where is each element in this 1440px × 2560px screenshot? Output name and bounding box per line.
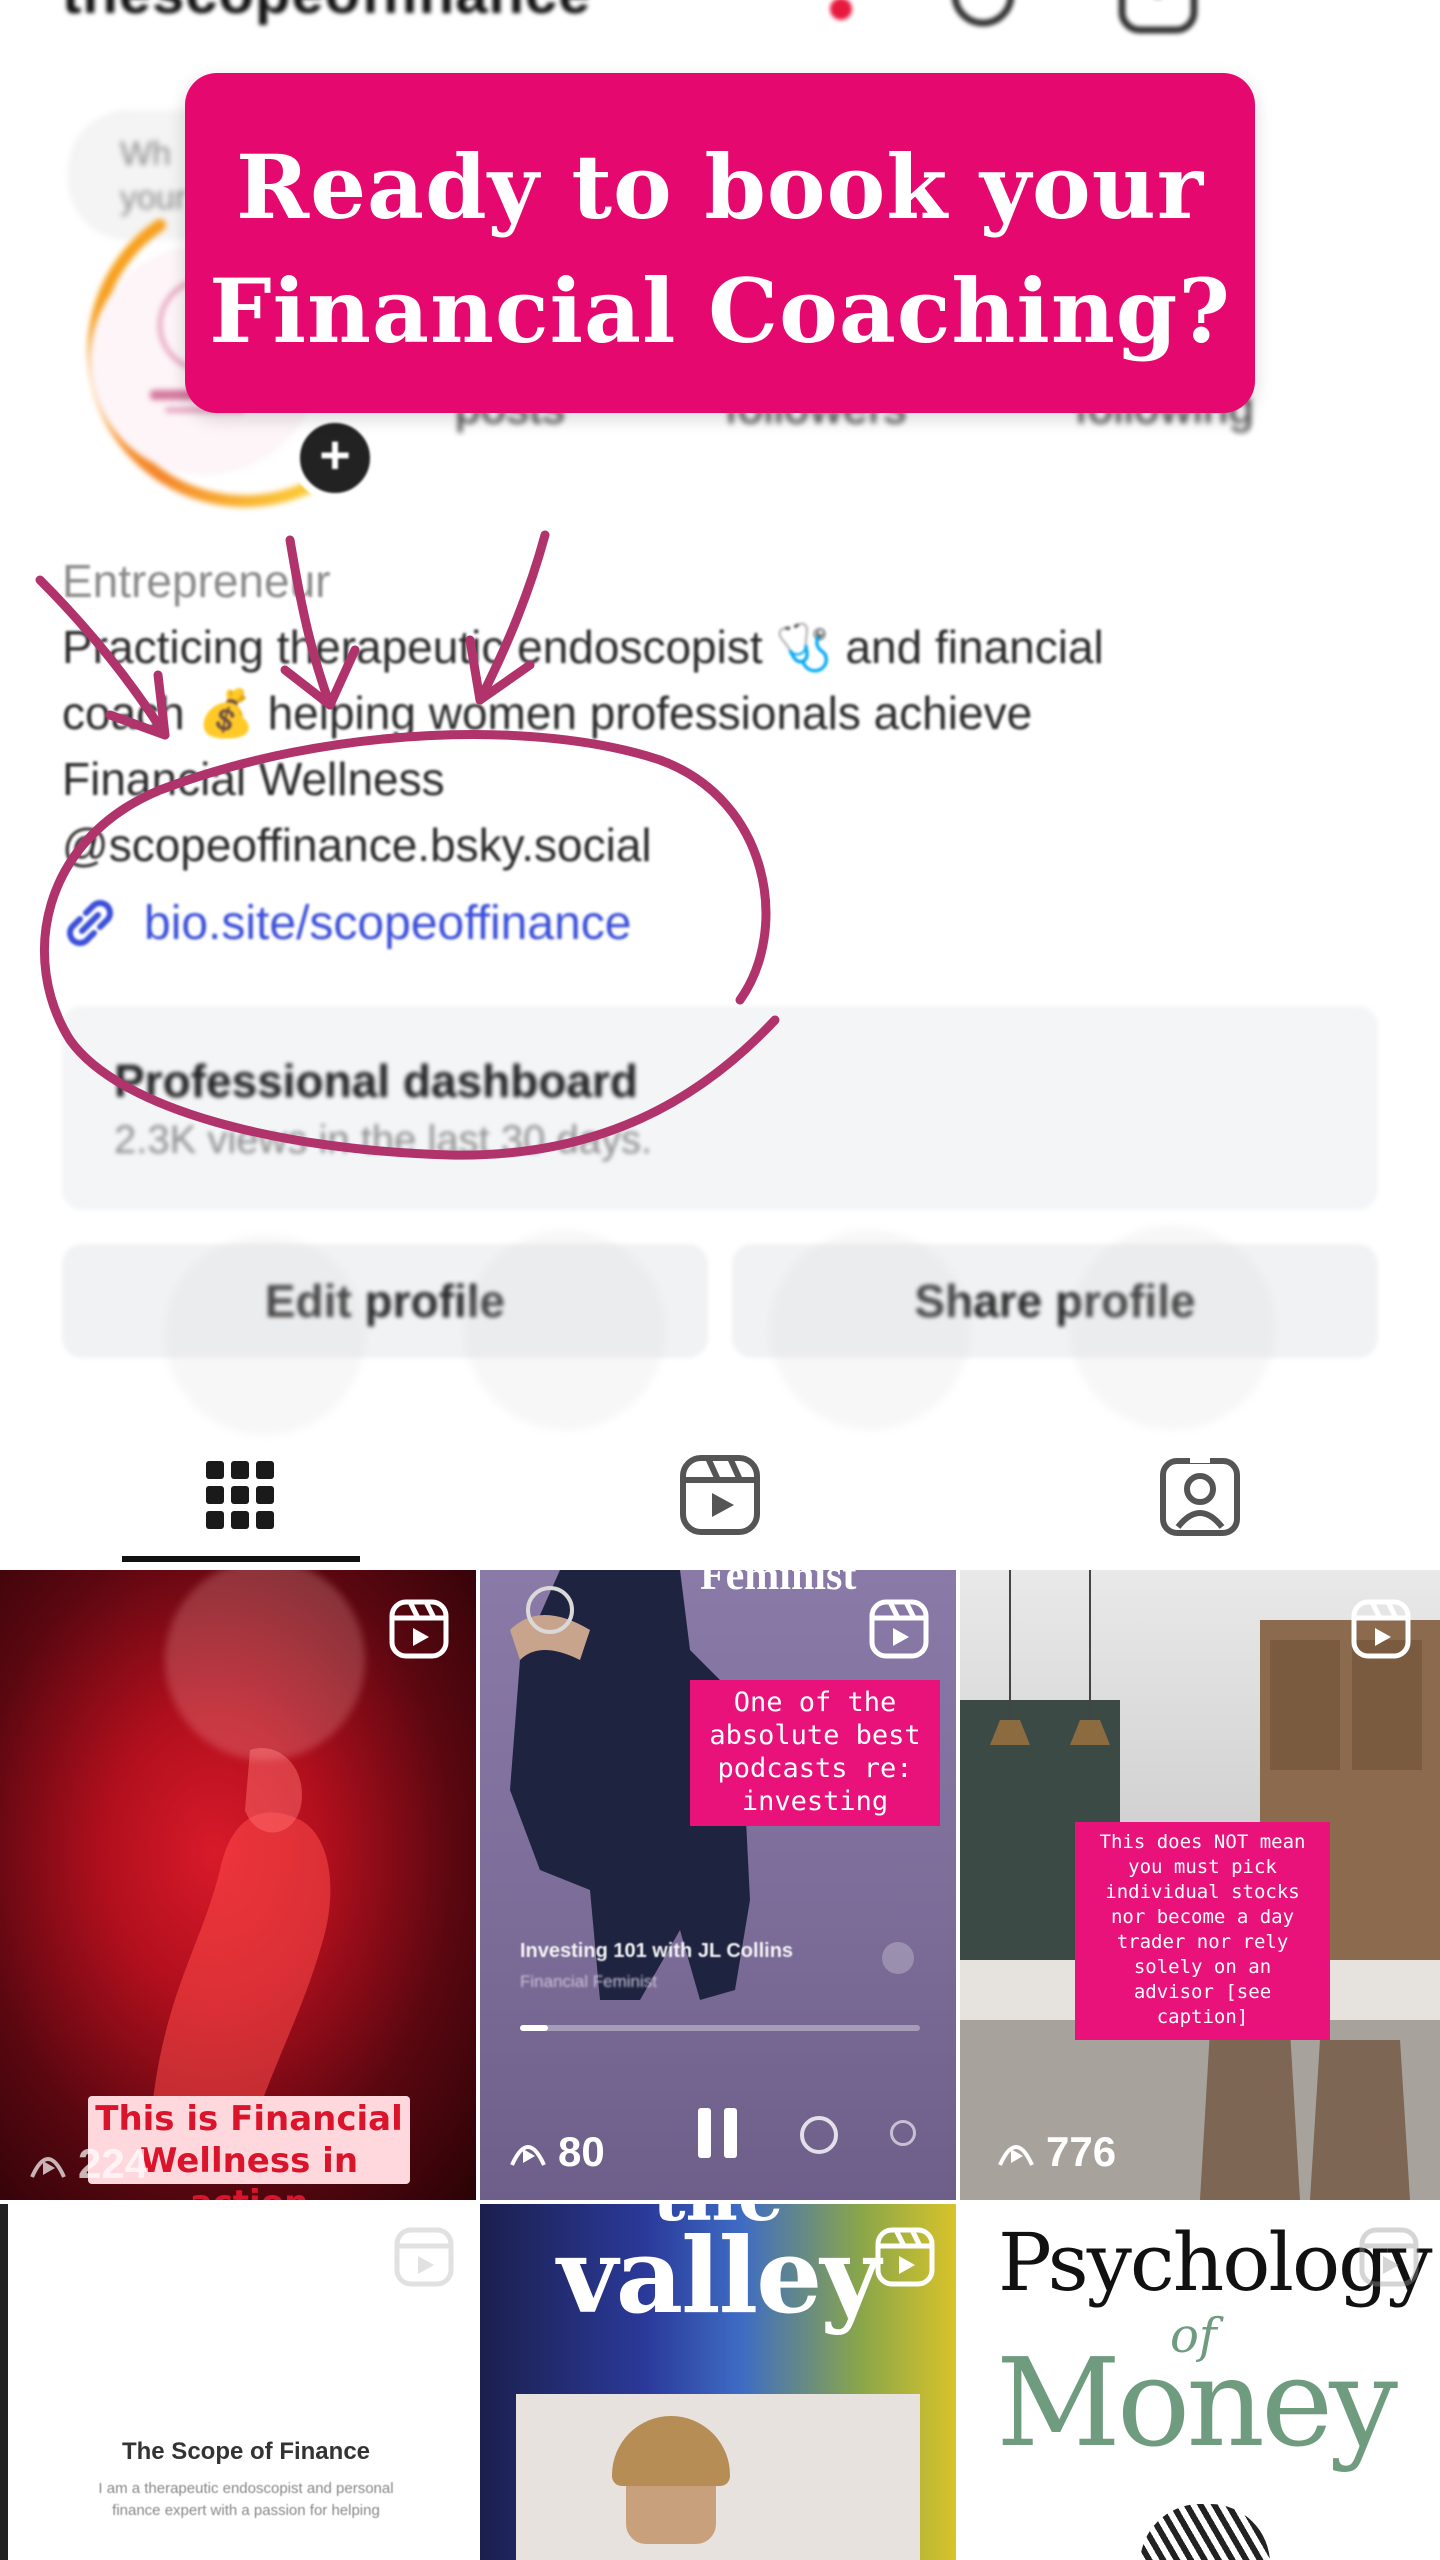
bio-link-text[interactable]: bio.site/scopeoffinance: [144, 896, 631, 951]
bio-mention[interactable]: @scopeoffinance.bsky.social: [62, 812, 1382, 878]
reel-badge-icon: [869, 1599, 929, 1659]
reel-badge-icon: [875, 2227, 935, 2287]
tab-tagged[interactable]: [1125, 1430, 1275, 1560]
podcast-progress-track: [520, 2025, 920, 2031]
bio-line-1: Practicing therapeutic endoscopist 🩺 and…: [62, 621, 1104, 673]
post-2-episode: Investing 101 with JL Collins: [520, 1940, 794, 1962]
grid-post-2[interactable]: Feminist One of the absolute best podcas…: [480, 1570, 956, 2200]
post-3-caption-line-8: caption]: [1156, 2006, 1249, 2028]
post-2-caption-line-4: investing: [741, 1786, 889, 1817]
post-6-word-3: Money: [996, 2332, 1398, 2474]
cta-banner: Ready to book your Financial Coaching?: [185, 73, 1255, 413]
grid-post-4[interactable]: The Scope of Finance I am a therapeutic …: [0, 2204, 476, 2560]
post-3-views: 776: [996, 2128, 1116, 2176]
tab-reels[interactable]: [645, 1430, 795, 1560]
airplay-icon: [890, 2120, 916, 2146]
skip-forward-icon: [800, 2116, 838, 2154]
ghost-circle: [770, 1230, 970, 1430]
post-3-view-count: 776: [1046, 2128, 1117, 2175]
post-2-caption-line-1: One of the: [733, 1687, 897, 1718]
active-tab-indicator: [122, 1556, 360, 1562]
post-4-subtitle-2: finance expert with a passion for helpin…: [112, 2502, 380, 2519]
podcast-host-image: [510, 1570, 750, 2000]
post-3-caption: This does NOT mean you must pick individ…: [1075, 1822, 1330, 2040]
notification-dot: [830, 0, 852, 20]
bio-link[interactable]: bio.site/scopeoffinance: [58, 888, 631, 958]
link-icon: [67, 900, 113, 946]
post-2-view-count: 80: [558, 2128, 605, 2175]
post-3-caption-line-2: you must pick: [1128, 1856, 1277, 1878]
post-3-caption-line-3: individual stocks: [1105, 1881, 1300, 1903]
profile-header: thescopeoffinance: [0, 0, 1440, 40]
bio-line-3: Financial Wellness: [62, 753, 445, 805]
podcast-progress-fill: [520, 2025, 548, 2031]
pause-icon: [698, 2108, 740, 2162]
post-1-caption-line-1: This is Financial: [95, 2099, 403, 2139]
post-2-caption: One of the absolute best podcasts re: in…: [690, 1680, 940, 1826]
ghost-circle: [1070, 1225, 1275, 1430]
cta-banner-line-1: Ready to book your: [235, 135, 1205, 239]
post-3-caption-line-7: advisor [see: [1133, 1981, 1272, 2003]
post-3-caption-line-6: solely on an: [1133, 1956, 1272, 1978]
reel-badge-icon: [1351, 1599, 1411, 1659]
profile-category: Entrepreneur: [62, 555, 331, 607]
post-1-views: 224: [28, 2140, 148, 2188]
post-4-subtitle-1: I am a therapeutic endoscopist and perso…: [98, 2480, 394, 2497]
guest-hair: [612, 2416, 730, 2486]
create-post-icon[interactable]: [1118, 0, 1198, 45]
post-5-photo: [516, 2394, 920, 2560]
ghost-circle: [165, 1235, 365, 1435]
tab-posts[interactable]: [165, 1430, 315, 1560]
grid-post-5[interactable]: the valley: [480, 2204, 956, 2560]
grid-post-1[interactable]: This is Financial Wellness in action 224: [0, 1570, 476, 2200]
post-2-caption-line-3: podcasts re:: [717, 1753, 913, 1784]
bio-line-2: coach 💰 helping women professionals achi…: [62, 687, 1033, 739]
ghost-circle: [465, 1230, 665, 1430]
story-note-text-1: Wh: [120, 135, 171, 173]
post-4-title: The Scope of Finance: [121, 2438, 371, 2465]
post-2-views: 80: [508, 2128, 605, 2176]
profile-handle[interactable]: thescopeoffinance: [62, 0, 591, 27]
play-count-icon: [510, 2145, 546, 2166]
grid-post-6[interactable]: Psychology of Money: [960, 2204, 1440, 2560]
cta-banner-line-2: Financial Coaching?: [209, 259, 1231, 363]
reel-badge-icon: [389, 1599, 449, 1659]
post-grid: This is Financial Wellness in action 224…: [0, 1570, 1440, 2560]
tagged-icon: [1160, 1453, 1240, 1536]
post-6-illustration: [1140, 2504, 1270, 2560]
more-options-icon: [882, 1942, 914, 1974]
threads-icon[interactable]: [948, 0, 1018, 45]
menu-icon[interactable]: [1296, 0, 1376, 45]
play-count-icon: [998, 2145, 1034, 2166]
dashboard-subtitle: 2.3K views in the last 30 days.: [114, 1118, 653, 1162]
grid-post-3[interactable]: This does NOT mean you must pick individ…: [960, 1570, 1440, 2200]
grid-icon: [206, 1461, 274, 1529]
reel-badge-icon: [1359, 2227, 1419, 2287]
post-3-caption-line-5: trader nor rely: [1116, 1931, 1289, 1953]
post-3-caption-line-4: nor become a day: [1110, 1906, 1295, 1928]
profile-bio: Entrepreneur Practicing therapeutic endo…: [62, 548, 1382, 878]
post-2-show: Financial Feminist: [520, 1972, 657, 1991]
dashboard-title: Professional dashboard: [114, 1055, 639, 1107]
reel-badge-icon: [394, 2227, 454, 2287]
play-count-icon: [30, 2157, 66, 2178]
professional-dashboard[interactable]: Professional dashboard 2.3K views in the…: [62, 1006, 1378, 1210]
profile-tabs: [0, 1430, 1440, 1570]
post-3-caption-line-1: This does NOT mean: [1099, 1831, 1306, 1853]
post-2-caption-line-2: absolute best: [709, 1720, 921, 1751]
reels-icon: [680, 1455, 760, 1535]
post-1-view-count: 224: [78, 2140, 149, 2187]
